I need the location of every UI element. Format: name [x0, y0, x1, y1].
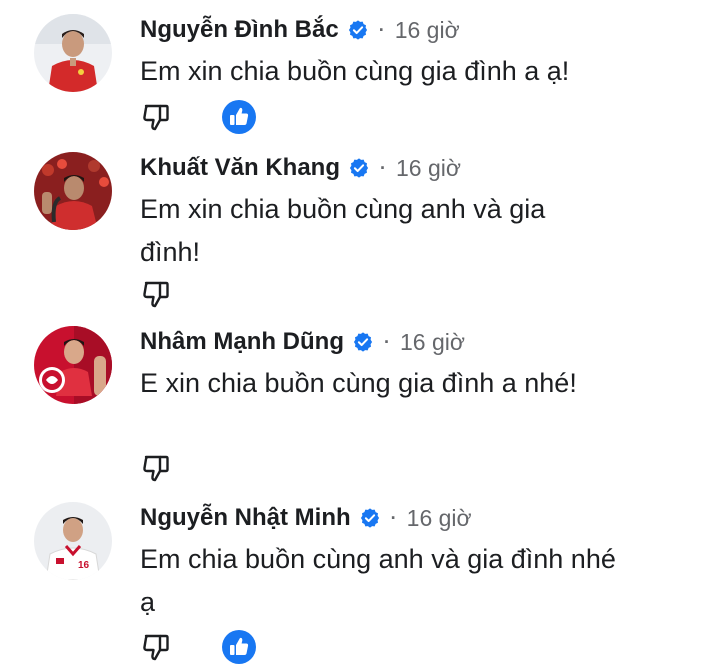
comment-text: Em chia buồn cùng anh và gia đình nhé ạ	[140, 544, 616, 617]
comment-text: Em xin chia buồn cùng gia đình a ạ!	[140, 56, 570, 86]
comment-actions	[140, 630, 256, 664]
dislike-icon[interactable]	[140, 631, 172, 663]
separator-dot: ·	[380, 157, 387, 178]
avatar[interactable]	[34, 326, 112, 404]
separator-dot: ·	[384, 331, 390, 352]
timestamp[interactable]: 16 giờ	[400, 329, 465, 356]
comment-text: E xin chia buồn cùng gia đình a nhé!	[140, 368, 577, 398]
timestamp[interactable]: 16 giờ	[407, 505, 472, 532]
timestamp[interactable]: 16 giờ	[395, 17, 460, 44]
comment-4: 16 Nguyễn Nhật Minh · 16 giờ Em chia buồ…	[0, 502, 722, 670]
like-reaction-icon[interactable]	[222, 630, 256, 664]
author-name[interactable]: Nguyễn Đình Bắc	[140, 16, 339, 44]
author-name[interactable]: Nguyễn Nhật Minh	[140, 504, 351, 532]
avatar[interactable]: 16	[34, 502, 112, 580]
comment-3: Nhâm Mạnh Dũng · 16 giờ E xin chia buồn …	[0, 326, 722, 486]
dislike-icon[interactable]	[140, 278, 172, 310]
comment-actions	[140, 278, 172, 310]
comment-header: Nguyễn Đình Bắc · 16 giờ	[140, 14, 460, 46]
player-avatar-red-logo-icon	[34, 326, 112, 404]
player-avatar-crowd-icon	[34, 152, 112, 230]
like-reaction-icon[interactable]	[222, 100, 256, 134]
comment-text: Em xin chia buồn cùng anh và gia đình!	[140, 194, 546, 267]
avatar[interactable]	[34, 152, 112, 230]
player-avatar-red-jersey-icon	[34, 14, 112, 92]
timestamp[interactable]: 16 giờ	[396, 155, 461, 182]
author-name[interactable]: Khuất Văn Khang	[140, 154, 340, 182]
comment-2: Khuất Văn Khang · 16 giờ Em xin chia buồ…	[0, 152, 722, 312]
dislike-icon[interactable]	[140, 452, 172, 484]
player-avatar-white-jersey-icon: 16	[34, 502, 112, 580]
comment-1: Nguyễn Đình Bắc · 16 giờ Em xin chia buồ…	[0, 14, 722, 144]
verified-badge-icon	[348, 20, 367, 40]
dislike-icon[interactable]	[140, 101, 172, 133]
comment-header: Nhâm Mạnh Dũng · 16 giờ	[140, 326, 465, 358]
comment-actions	[140, 100, 256, 134]
avatar[interactable]	[34, 14, 112, 92]
comment-header: Nguyễn Nhật Minh · 16 giờ	[140, 502, 472, 534]
comment-header: Khuất Văn Khang · 16 giờ	[140, 152, 461, 184]
separator-dot: ·	[378, 19, 385, 40]
comment-actions	[140, 452, 172, 484]
jersey-number: 16	[78, 560, 90, 571]
separator-dot: ·	[390, 507, 397, 528]
verified-badge-icon	[360, 508, 379, 528]
verified-badge-icon	[349, 158, 369, 178]
author-name[interactable]: Nhâm Mạnh Dũng	[140, 328, 344, 356]
verified-badge-icon	[353, 332, 373, 352]
